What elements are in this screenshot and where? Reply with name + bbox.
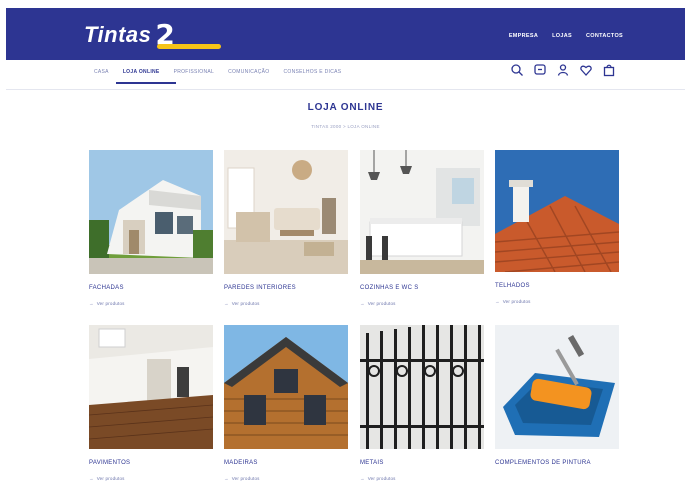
main-nav: CASA LOJA ONLINE PROFISSIONAL COMUNICAÇÃ… bbox=[94, 69, 341, 75]
category-card-madeiras[interactable]: MADEIRAS → Ver produtos bbox=[224, 325, 348, 481]
bag-icon[interactable] bbox=[602, 63, 616, 77]
category-card-paredes-interiores[interactable]: PAREDES INTERIORES → Ver produtos bbox=[224, 150, 348, 306]
madeiras-image[interactable] bbox=[224, 325, 348, 449]
category-name[interactable]: PAREDES INTERIORES bbox=[224, 284, 348, 293]
main-nav-conselhos[interactable]: CONSELHOS E DICAS bbox=[283, 69, 341, 75]
paredes-interiores-image[interactable] bbox=[224, 150, 348, 274]
category-name[interactable]: METAIS bbox=[360, 459, 484, 468]
search-icon[interactable] bbox=[510, 63, 524, 77]
view-products-link[interactable]: → Ver produtos bbox=[89, 301, 213, 306]
brand-logo[interactable]: Tintas 2 bbox=[84, 20, 225, 50]
category-name[interactable]: PAVIMENTOS bbox=[89, 459, 213, 468]
category-name[interactable]: MADEIRAS bbox=[224, 459, 348, 468]
page-title: LOJA ONLINE bbox=[307, 102, 384, 113]
cozinhas-wc-image[interactable] bbox=[360, 150, 484, 274]
category-name[interactable]: COMPLEMENTOS DE PINTURA bbox=[495, 459, 619, 468]
telhados-image[interactable] bbox=[495, 150, 619, 272]
category-card-complementos-pintura[interactable]: COMPLEMENTOS DE PINTURA bbox=[495, 325, 619, 468]
top-header-bar: Tintas 2 EMPRESA LOJAS CONTACTOS bbox=[6, 8, 685, 60]
category-card-cozinhas-wc[interactable]: COZINHAS E WC S → Ver produtos bbox=[360, 150, 484, 306]
complementos-pintura-image[interactable] bbox=[495, 325, 619, 449]
nav-divider bbox=[6, 89, 685, 90]
user-icon[interactable] bbox=[556, 63, 570, 77]
fachadas-image[interactable] bbox=[89, 150, 213, 274]
category-card-metais[interactable]: METAIS → Ver produtos bbox=[360, 325, 484, 481]
active-tab-underline bbox=[116, 82, 176, 84]
brand-name: Tintas bbox=[84, 22, 152, 47]
chat-icon[interactable] bbox=[533, 63, 547, 77]
brand-2000-mark: 2 bbox=[155, 20, 225, 50]
view-products-link[interactable]: → Ver produtos bbox=[360, 301, 484, 306]
top-nav-contactos[interactable]: CONTACTOS bbox=[586, 33, 623, 39]
main-nav-profissional[interactable]: PROFISSIONAL bbox=[174, 69, 215, 75]
main-nav-loja-online[interactable]: LOJA ONLINE bbox=[123, 69, 160, 75]
heart-icon[interactable] bbox=[579, 63, 593, 77]
category-name[interactable]: COZINHAS E WC S bbox=[360, 284, 484, 293]
view-products-link[interactable]: → Ver produtos bbox=[89, 476, 213, 481]
top-nav-empresa[interactable]: EMPRESA bbox=[509, 33, 538, 39]
top-nav-lojas[interactable]: LOJAS bbox=[552, 33, 572, 39]
category-card-pavimentos[interactable]: PAVIMENTOS → Ver produtos bbox=[89, 325, 213, 481]
breadcrumb: TINTAS 2000 > LOJA ONLINE bbox=[311, 124, 380, 129]
category-name[interactable]: FACHADAS bbox=[89, 284, 213, 293]
main-nav-comunicacao[interactable]: COMUNICAÇÃO bbox=[228, 69, 269, 75]
top-nav: EMPRESA LOJAS CONTACTOS bbox=[509, 33, 623, 39]
main-nav-casa[interactable]: CASA bbox=[94, 69, 109, 75]
view-products-link[interactable]: → Ver produtos bbox=[495, 299, 619, 304]
category-card-telhados[interactable]: TELHADOS → Ver produtos bbox=[495, 150, 619, 304]
view-products-link[interactable]: → Ver produtos bbox=[224, 476, 348, 481]
pavimentos-image[interactable] bbox=[89, 325, 213, 449]
view-products-link[interactable]: → Ver produtos bbox=[360, 476, 484, 481]
header-icons bbox=[510, 63, 616, 77]
view-products-link[interactable]: → Ver produtos bbox=[224, 301, 348, 306]
metais-image[interactable] bbox=[360, 325, 484, 449]
category-card-fachadas[interactable]: FACHADAS → Ver produtos bbox=[89, 150, 213, 306]
category-name[interactable]: TELHADOS bbox=[495, 282, 619, 291]
